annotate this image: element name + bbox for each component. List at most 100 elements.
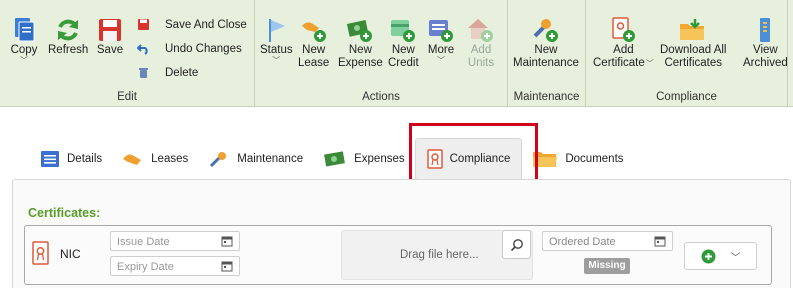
details-icon xyxy=(41,151,59,167)
refresh-label: Refresh xyxy=(48,44,89,56)
wrench-icon xyxy=(210,152,227,168)
undo-changes-label: Undo Changes xyxy=(165,42,242,55)
delete-button[interactable]: Delete xyxy=(137,66,198,79)
status-button[interactable]: Status ﹀ xyxy=(260,16,293,65)
lease-icon xyxy=(123,154,142,165)
save-label: Save xyxy=(96,44,124,56)
chevron-down-icon: ﹀ xyxy=(730,252,741,264)
copy-icon xyxy=(9,16,39,44)
tab-documents-label: Documents xyxy=(565,153,624,165)
add-certificate-button[interactable]: Add Certificate ﹀ xyxy=(593,16,654,70)
status-badge: Missing xyxy=(584,258,630,274)
save-button[interactable]: Save xyxy=(95,16,125,57)
archive-icon xyxy=(750,16,780,44)
house-icon xyxy=(466,16,496,44)
chevron-down-icon: ﹀ xyxy=(20,56,28,65)
certificates-heading: Certificates: xyxy=(28,206,101,220)
new-expense-button[interactable]: New Expense xyxy=(338,16,383,70)
chevron-down-icon: ﹀ xyxy=(272,56,281,65)
new-expense-label-1: New xyxy=(348,44,372,56)
folder-download-icon xyxy=(678,16,708,44)
download-all-certificates-button[interactable]: Download All Certificates xyxy=(660,16,726,70)
undo-icon xyxy=(137,44,148,55)
tab-bar: Details Leases Maintenance Expenses Comp… xyxy=(30,138,634,180)
add-units-label-2: Units xyxy=(467,57,495,69)
issue-date-field[interactable]: Issue Date xyxy=(110,231,240,251)
certificate-name: NIC xyxy=(60,247,81,261)
actions-group: Status ﹀ New Lease New Expense New Credi… xyxy=(255,0,508,107)
search-button[interactable] xyxy=(502,230,531,259)
wrench-icon xyxy=(531,16,561,44)
edit-group-label: Edit xyxy=(117,91,137,103)
view-archived-label-2: Archived xyxy=(743,57,788,69)
new-credit-button[interactable]: New Credit xyxy=(388,16,419,70)
add-certificate-label-1: Add xyxy=(613,44,634,56)
view-archived-button[interactable]: View Archived xyxy=(743,16,788,70)
new-lease-label-1: New xyxy=(302,44,326,56)
tab-details[interactable]: Details xyxy=(30,138,112,180)
add-units-label-1: Add xyxy=(470,44,492,56)
certificate-icon xyxy=(426,149,443,169)
add-certificate-label-2: Certificate xyxy=(593,57,645,69)
folder-icon xyxy=(533,152,558,167)
add-action-dropdown[interactable]: ﹀ xyxy=(684,242,757,270)
more-icon xyxy=(426,16,456,44)
calendar-icon[interactable] xyxy=(221,260,233,272)
ordered-date-field[interactable]: Ordered Date xyxy=(542,231,673,251)
maintenance-group-label: Maintenance xyxy=(513,91,580,103)
refresh-button[interactable]: Refresh xyxy=(48,16,88,57)
save-close-icon xyxy=(138,19,149,30)
issue-date-placeholder: Issue Date xyxy=(117,236,170,248)
tab-documents[interactable]: Documents xyxy=(522,138,633,180)
tab-compliance-label: Compliance xyxy=(449,153,511,165)
money-icon xyxy=(345,16,375,44)
certificate-icon xyxy=(32,241,49,265)
money-icon xyxy=(324,151,345,167)
more-button[interactable]: More ﹀ xyxy=(426,16,456,65)
add-circle-icon xyxy=(701,249,715,263)
tab-details-label: Details xyxy=(67,153,103,165)
delete-label: Delete xyxy=(165,66,199,79)
maintenance-group: New Maintenance Maintenance xyxy=(508,0,586,107)
actions-group-label: Actions xyxy=(362,91,400,103)
new-credit-label-2: Credit xyxy=(388,57,419,69)
calendar-icon[interactable] xyxy=(654,235,666,247)
refresh-icon xyxy=(53,16,83,44)
compliance-group-label: Compliance xyxy=(656,91,717,103)
tab-maintenance-label: Maintenance xyxy=(237,153,304,165)
new-maintenance-label-1: New xyxy=(534,44,558,56)
add-units-button[interactable]: Add Units xyxy=(466,16,496,70)
undo-changes-button[interactable]: Undo Changes xyxy=(137,42,242,55)
ordered-date-placeholder: Ordered Date xyxy=(549,236,616,248)
calendar-icon[interactable] xyxy=(221,235,233,247)
download-all-label-1: Download All xyxy=(660,44,727,56)
ribbon: Copy ﹀ Refresh Save Save And Close Undo … xyxy=(0,0,793,107)
trash-icon xyxy=(139,68,148,78)
new-maintenance-label-2: Maintenance xyxy=(513,57,579,69)
expiry-date-placeholder: Expiry Date xyxy=(117,261,174,273)
new-lease-label-2: Lease xyxy=(298,57,330,69)
tab-leases-label: Leases xyxy=(151,153,189,165)
flag-icon xyxy=(261,16,291,44)
save-and-close-button[interactable]: Save And Close xyxy=(137,18,247,31)
new-maintenance-button[interactable]: New Maintenance xyxy=(513,16,579,70)
expiry-date-field[interactable]: Expiry Date xyxy=(110,256,240,276)
tab-expenses[interactable]: Expenses xyxy=(313,138,415,180)
tab-expenses-label: Expenses xyxy=(354,153,405,165)
drop-zone-text: Drag file here... xyxy=(400,249,479,261)
lease-icon xyxy=(299,16,329,44)
new-expense-label-2: Expense xyxy=(338,57,383,69)
tab-maintenance[interactable]: Maintenance xyxy=(198,138,313,180)
edit-group: Copy ﹀ Refresh Save Save And Close Undo … xyxy=(0,0,255,107)
tab-compliance[interactable]: Compliance xyxy=(414,138,523,180)
search-icon xyxy=(510,238,523,251)
copy-button[interactable]: Copy ﹀ xyxy=(9,16,39,65)
tab-leases[interactable]: Leases xyxy=(112,138,198,180)
save-icon xyxy=(95,16,125,44)
new-credit-label-1: New xyxy=(391,44,415,56)
certificate-icon xyxy=(608,16,638,44)
credit-icon xyxy=(388,16,418,44)
view-archived-label-1: View xyxy=(753,44,778,56)
new-lease-button[interactable]: New Lease xyxy=(298,16,329,70)
compliance-group: Add Certificate ﹀ Download All Certifica… xyxy=(586,0,788,107)
